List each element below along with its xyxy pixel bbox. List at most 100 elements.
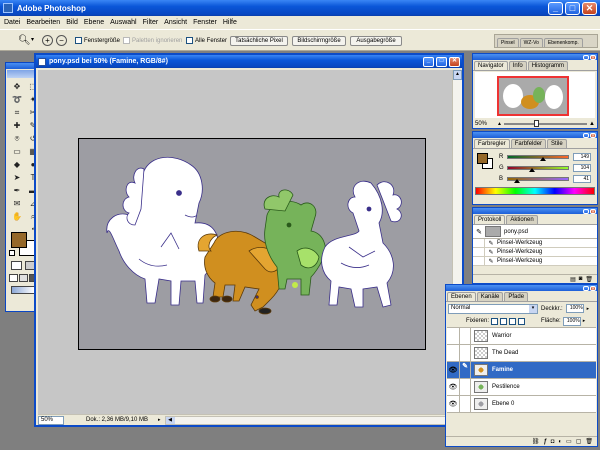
navigator-zoom-value[interactable]: 50% [475, 121, 495, 127]
fit-screen-button[interactable]: Bildschirmgröße [292, 36, 346, 46]
fill-field[interactable]: 100% [562, 316, 581, 326]
layer-row[interactable]: 👁︎ ✎ Famine [447, 362, 596, 379]
doc-maximize-button[interactable]: □ [436, 56, 447, 67]
layer-row[interactable]: The Dead [447, 345, 596, 362]
history-state-row[interactable]: ✎ Pinsel-Werkzeug [473, 248, 597, 257]
actual-pixels-button[interactable]: Tatsächliche Pixel [230, 36, 288, 46]
healing-tool-icon[interactable]: ✚ [11, 120, 23, 131]
default-colors-icon[interactable] [9, 250, 15, 256]
delete-layer-icon[interactable]: 🗑︎ [585, 438, 593, 445]
history-brush-source-icon[interactable]: ✎ [473, 228, 485, 236]
color-fg-swatch[interactable] [477, 153, 488, 164]
navigator-zoom-slider[interactable] [503, 119, 588, 127]
navigator-tab-0[interactable]: Navigator [474, 61, 508, 70]
navigator-zoom-slider-thumb[interactable] [533, 119, 539, 127]
history-close-button[interactable]: ✕ [590, 208, 596, 214]
document-title-bar[interactable]: pony.psd bei 50% (Famine, RGB/8#) _ □ ✕ [36, 55, 462, 68]
opacity-dropdown-icon[interactable]: ▸ [587, 306, 590, 312]
history-trash-icon[interactable]: 🗑︎ [585, 276, 593, 283]
color-spectrum-bar[interactable] [475, 187, 595, 195]
navigator-preview[interactable] [475, 72, 595, 118]
lock-all-checkbox[interactable] [518, 317, 526, 325]
jump-to-imageready-icon[interactable] [11, 286, 35, 294]
color-minimize-button[interactable]: _ [583, 132, 589, 138]
menu-item-6[interactable]: Ansicht [164, 19, 187, 26]
ignore-palettes-option[interactable]: Paletten ignorieren [123, 37, 182, 44]
layer-link-slot[interactable] [460, 396, 471, 412]
navigator-view-box[interactable] [497, 76, 569, 116]
zoom-field[interactable]: 50% [38, 415, 64, 425]
layer-link-slot[interactable] [460, 345, 471, 361]
opacity-field[interactable]: 100% [565, 304, 584, 313]
history-tab-0[interactable]: Protokoll [474, 215, 506, 224]
close-button[interactable]: ✕ [582, 1, 597, 15]
palette-well-tab-0[interactable]: Pinsel [497, 38, 519, 47]
color-close-button[interactable]: ✕ [590, 132, 596, 138]
pen-tool-icon[interactable]: ✒ [11, 185, 23, 196]
color-tab-2[interactable]: Stile [547, 139, 567, 148]
channel-value-field[interactable]: 41 [573, 175, 591, 183]
notes-tool-icon[interactable]: ✉ [11, 198, 23, 209]
standard-mode-icon[interactable] [11, 261, 22, 270]
menu-item-4[interactable]: Auswahl [110, 19, 136, 26]
eraser-tool-icon[interactable]: ▭ [11, 146, 23, 157]
new-group-icon[interactable]: ▭ [566, 438, 572, 445]
menu-item-0[interactable]: Datei [4, 19, 20, 26]
layers-tab-0[interactable]: Ebenen [447, 292, 476, 301]
print-size-button[interactable]: Ausgabegröße [350, 36, 402, 46]
color-tab-1[interactable]: Farbfelder [510, 139, 547, 148]
minimize-button[interactable]: _ [548, 1, 563, 15]
history-source-slot[interactable] [473, 257, 485, 265]
fit-window-checkbox[interactable] [75, 37, 82, 44]
move-tool-icon[interactable]: ✥ [11, 81, 23, 92]
menu-item-8[interactable]: Hilfe [223, 19, 237, 26]
blur-tool-icon[interactable]: ◆ [11, 159, 23, 170]
doc-close-button[interactable]: ✕ [449, 56, 460, 67]
scroll-left-icon[interactable]: ◀ [165, 416, 175, 424]
history-minimize-button[interactable]: _ [583, 208, 589, 214]
layers-close-button[interactable]: ✕ [590, 285, 596, 291]
layer-visibility-eye-icon[interactable]: 👁︎ [447, 362, 460, 378]
navigator-tab-1[interactable]: Info [508, 61, 527, 70]
layer-row[interactable]: 👁︎ Pestilence [447, 379, 596, 396]
menu-item-5[interactable]: Filter [143, 19, 159, 26]
layer-link-slot[interactable] [460, 379, 471, 395]
palette-well-tab-2[interactable]: Ebenenkomp. [543, 38, 583, 47]
foreground-color-swatch[interactable] [11, 232, 27, 248]
stamp-tool-icon[interactable]: ⍟ [11, 133, 23, 144]
history-source-slot[interactable] [473, 248, 485, 256]
layer-visibility-eye-icon[interactable] [447, 345, 460, 361]
crop-tool-icon[interactable]: ⌗ [11, 107, 23, 118]
layer-mask-icon[interactable]: ◘ [551, 439, 555, 445]
fill-dropdown-icon[interactable]: ▸ [583, 318, 586, 324]
all-windows-checkbox[interactable] [186, 37, 193, 44]
color-tab-0[interactable]: Farbregler [474, 139, 510, 148]
channel-value-field[interactable]: 149 [573, 153, 591, 161]
layer-visibility-eye-icon[interactable]: 👁︎ [447, 396, 460, 412]
layers-minimize-button[interactable]: _ [583, 285, 589, 291]
doc-minimize-button[interactable]: _ [423, 56, 434, 67]
menu-item-2[interactable]: Bild [66, 19, 78, 26]
history-state-row[interactable]: ✎ Pinsel-Werkzeug [473, 257, 597, 266]
menu-item-1[interactable]: Bearbeiten [26, 19, 60, 26]
zoom-in-icon[interactable]: + [42, 35, 53, 46]
zoom-out-icon[interactable]: − [56, 35, 67, 46]
maximize-button[interactable]: □ [565, 1, 580, 15]
fit-window-option[interactable]: Fenstergröße [75, 37, 120, 44]
horizontal-scrollbar[interactable]: ◀ ▶ [164, 415, 462, 425]
history-source-slot[interactable] [473, 239, 485, 247]
channel-slider-thumb[interactable] [529, 168, 536, 172]
lasso-tool-icon[interactable]: ➰ [11, 94, 23, 105]
palette-well-tab-1[interactable]: WZ-Vo [519, 38, 543, 47]
channel-slider-g[interactable] [507, 166, 569, 170]
layer-link-slot[interactable] [460, 328, 471, 344]
tool-preset-dropdown-icon[interactable]: ▾ [31, 36, 34, 43]
all-windows-option[interactable]: Alle Fenster [186, 37, 227, 44]
layer-style-icon[interactable]: ƒ [543, 439, 546, 445]
canvas-area[interactable] [38, 70, 452, 414]
navigator-zoom-out-icon[interactable]: ▲ [497, 121, 502, 127]
layers-tab-1[interactable]: Kanäle [476, 292, 504, 301]
channel-slider-thumb[interactable] [539, 157, 546, 161]
layer-visibility-eye-icon[interactable]: 👁︎ [447, 379, 460, 395]
menu-item-7[interactable]: Fenster [193, 19, 217, 26]
